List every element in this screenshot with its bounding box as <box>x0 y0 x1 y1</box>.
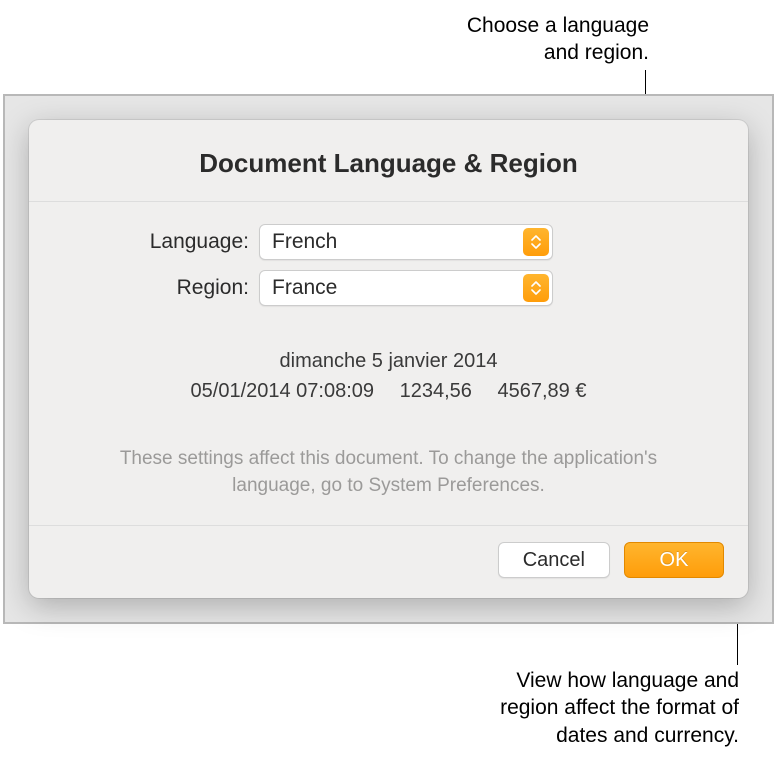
language-popup[interactable]: French <box>259 224 553 260</box>
dialog-title: Document Language & Region <box>29 120 748 202</box>
preview-number: 1234,56 <box>400 380 472 402</box>
language-region-dialog: Document Language & Region Language: Fre… <box>29 120 748 598</box>
format-preview: dimanche 5 janvier 2014 05/01/2014 07:08… <box>89 346 688 406</box>
region-popup[interactable]: France <box>259 270 553 306</box>
window-frame: Document Language & Region Language: Fre… <box>3 94 774 624</box>
language-row: Language: French <box>89 224 688 260</box>
region-row: Region: France <box>89 270 688 306</box>
preview-currency: 4567,89 € <box>497 380 586 402</box>
chevron-up-down-icon <box>523 228 549 256</box>
dialog-footer: Cancel OK <box>29 525 748 598</box>
cancel-button[interactable]: Cancel <box>498 542 610 578</box>
callout-top: Choose a languageand region. <box>467 12 649 67</box>
preview-date-long: dimanche 5 janvier 2014 <box>89 346 688 376</box>
preview-date-time: 05/01/2014 07:08:09 <box>191 380 375 402</box>
preview-line2: 05/01/2014 07:08:09 1234,56 4567,89 € <box>89 376 688 406</box>
chevron-up-down-icon <box>523 274 549 302</box>
language-popup-value: French <box>260 230 337 254</box>
region-label: Region: <box>89 276 259 300</box>
ok-button[interactable]: OK <box>624 542 724 578</box>
hint-text: These settings affect this document. To … <box>89 446 688 499</box>
dialog-body: Language: French Region: France <box>29 202 748 525</box>
region-popup-value: France <box>260 276 337 300</box>
language-label: Language: <box>89 230 259 254</box>
callout-bottom: View how language andregion affect the f… <box>500 667 739 749</box>
